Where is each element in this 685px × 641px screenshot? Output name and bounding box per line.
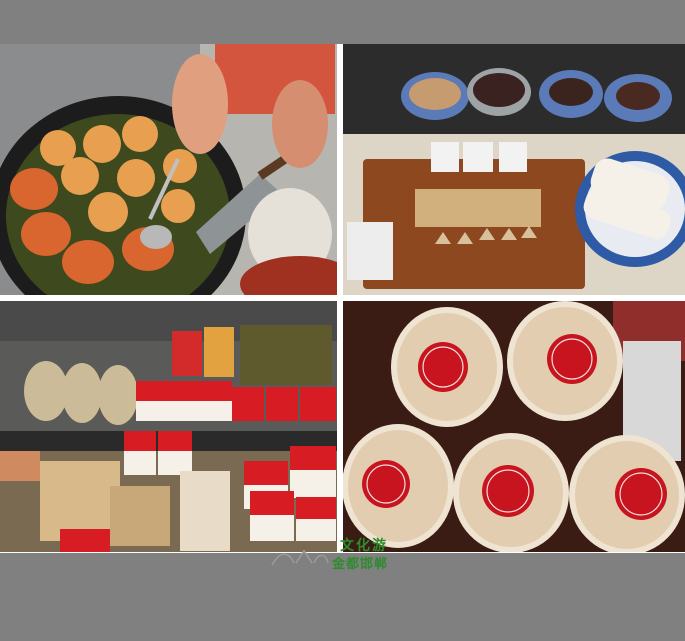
photo-collage <box>0 44 685 553</box>
watermark-line-2: 金都邯郸 <box>332 557 389 572</box>
cutting-board-photo <box>343 44 685 295</box>
site-watermark: 文化游 金都邯郸 <box>270 535 430 575</box>
collage-canvas: 文化游 金都邯郸 <box>0 0 685 641</box>
watermark-line-1: 文化游 <box>340 538 388 554</box>
pastry-box-photo <box>343 301 685 552</box>
market-stall-photo <box>0 301 337 552</box>
watermark-logo-icon <box>271 549 329 566</box>
frying-pan-photo <box>0 44 337 295</box>
